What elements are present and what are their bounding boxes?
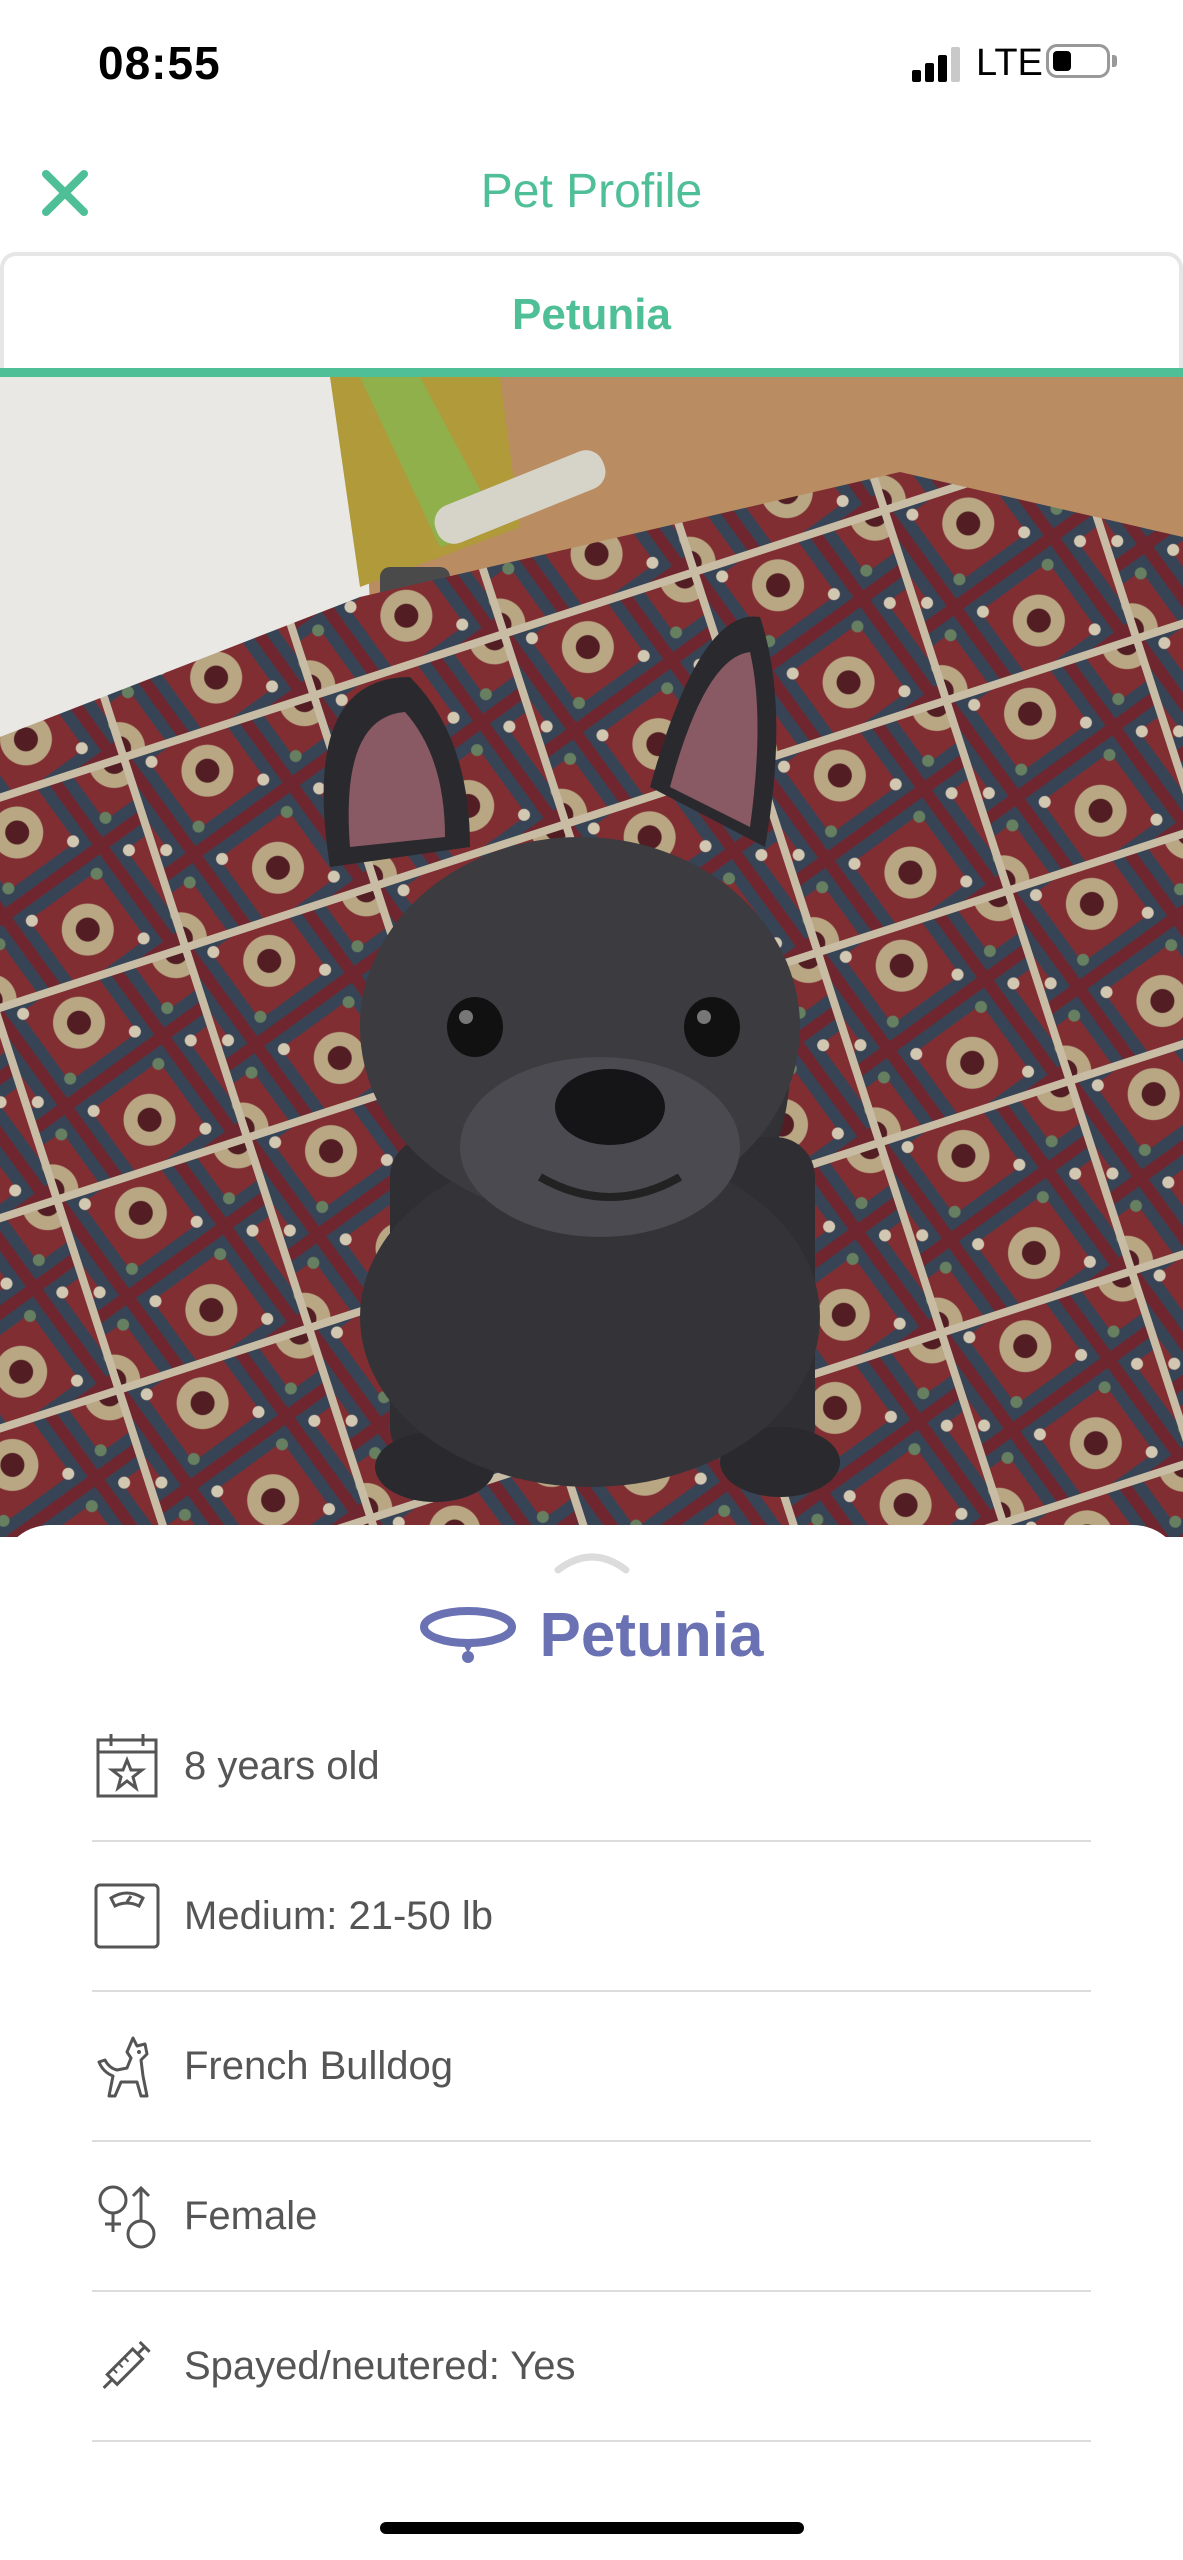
collar-icon bbox=[419, 1607, 516, 1663]
detail-size: Medium: 21-50 lb bbox=[92, 1842, 1091, 1992]
status-bar: 08:55 LTE bbox=[0, 0, 1183, 130]
detail-spayed: Spayed/neutered: Yes bbox=[92, 2292, 1091, 2442]
sheet-handle[interactable] bbox=[552, 1548, 632, 1576]
gender-icon bbox=[98, 2185, 156, 2249]
page-title: Pet Profile bbox=[480, 165, 703, 218]
pet-name-header: Petunia bbox=[0, 1595, 1183, 1675]
detail-spayed-text: Spayed/neutered: Yes bbox=[184, 2343, 576, 2388]
detail-gender: Female bbox=[92, 2142, 1091, 2292]
detail-breed: French Bulldog bbox=[92, 1992, 1091, 2142]
tab-active-indicator bbox=[0, 368, 1183, 377]
battery-icon bbox=[1046, 44, 1118, 80]
dog-icon bbox=[97, 2036, 149, 2098]
nav-bar: Pet Profile bbox=[0, 150, 1183, 250]
detail-gender-text: Female bbox=[184, 2193, 318, 2238]
detail-breed-text: French Bulldog bbox=[184, 2043, 454, 2088]
calendar-star-icon bbox=[96, 1734, 158, 1798]
syringe-icon bbox=[102, 2340, 151, 2389]
pet-name: Petunia bbox=[539, 1600, 764, 1670]
pet-photo bbox=[0, 377, 1183, 1537]
tab-petunia[interactable]: Petunia bbox=[0, 290, 1183, 340]
chevron-up-icon bbox=[554, 1553, 630, 1574]
signal-icon bbox=[912, 46, 964, 82]
home-indicator[interactable] bbox=[380, 2522, 804, 2534]
network-type: LTE bbox=[976, 42, 1043, 84]
pet-details-list: 8 years old Medium: 21-50 lb French Bull… bbox=[92, 1692, 1091, 2442]
detail-size-text: Medium: 21-50 lb bbox=[184, 1893, 494, 1938]
detail-age: 8 years old bbox=[92, 1692, 1091, 1842]
status-time: 08:55 bbox=[98, 37, 221, 89]
scale-icon bbox=[94, 1883, 160, 1949]
detail-age-text: 8 years old bbox=[184, 1743, 380, 1788]
